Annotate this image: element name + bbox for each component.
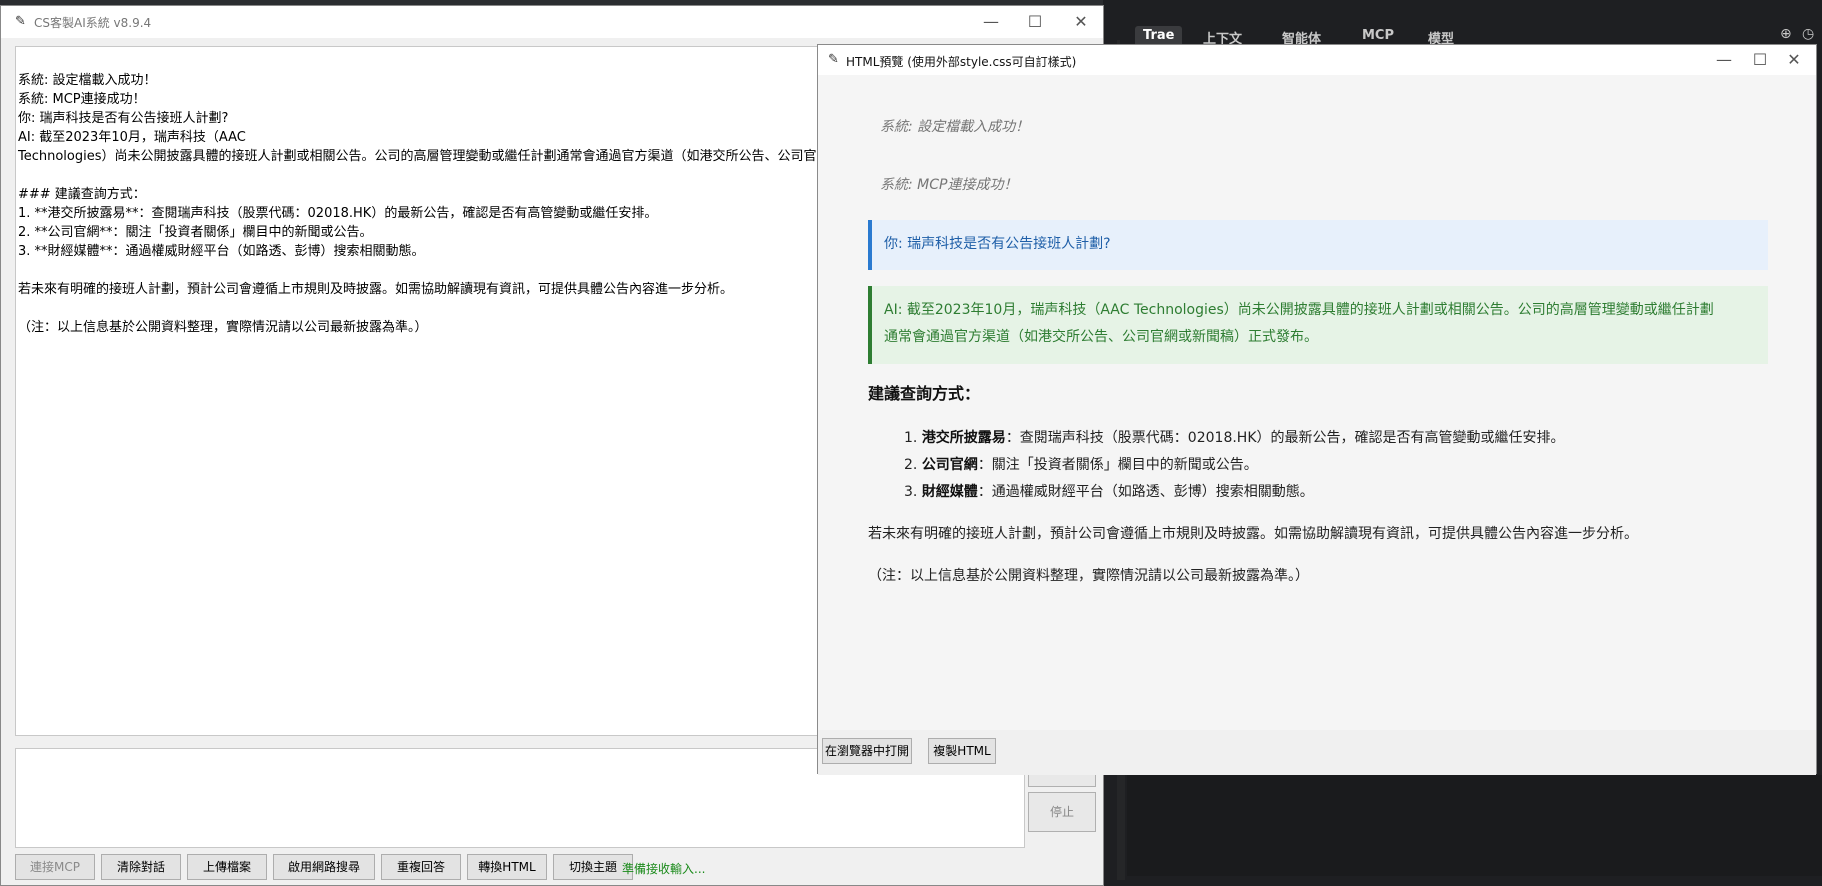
list-number: 3. <box>904 484 918 500</box>
copy-html-button[interactable]: 複製HTML <box>928 738 996 764</box>
bottom-toolbar: 連接MCP 清除對話 上傳檔案 啟用網路搜尋 重複回答 轉換HTML 切換主題 … <box>15 854 1015 882</box>
list-bold: 財經媒體 <box>921 484 978 500</box>
ide-bottom-panel <box>1127 775 1822 876</box>
switch-theme-button[interactable]: 切換主題 <box>553 854 633 880</box>
list-text: ：關注「投資者關係」欄目中的新聞或公告。 <box>977 457 1258 473</box>
preview-list-item: 3. 財經媒體：通過權威財經平台（如路透、彭博）搜索相關動態。 <box>904 480 1314 504</box>
clear-chat-button[interactable]: 清除對話 <box>101 854 181 880</box>
close-icon[interactable]: ✕ <box>1774 47 1814 73</box>
preview-content: 系統: 設定檔載入成功！ 系統: MCP連接成功！ 你: 瑞声科技是否有公告接班… <box>818 75 1816 730</box>
list-number: 2. <box>904 457 918 473</box>
new-chat-icon[interactable]: ⊕ <box>1780 26 1796 42</box>
list-bold: 公司官網 <box>921 457 978 473</box>
preview-window-title: HTML預覽 (使用外部style.css可自訂樣式) <box>846 55 1077 69</box>
connect-mcp-button[interactable]: 連接MCP <box>15 854 95 880</box>
minimize-icon[interactable]: — <box>971 9 1011 35</box>
preview-list-item: 2. 公司官網：關注「投資者關係」欄目中的新聞或公告。 <box>904 453 1258 477</box>
status-text: 準備接收輸入... <box>622 862 706 876</box>
maximize-icon[interactable]: ☐ <box>1015 9 1055 35</box>
user-message-text: 你: 瑞声科技是否有公告接班人計劃? <box>884 236 1111 252</box>
convert-html-button[interactable]: 轉換HTML <box>467 854 547 880</box>
list-text: ：通過權威財經平台（如路透、彭博）搜索相關動態。 <box>977 484 1314 500</box>
ai-message-line: AI: 截至2023年10月，瑞声科技（AAC Technologies）尚未公… <box>884 302 1714 318</box>
feather-icon: ✎ <box>828 52 839 67</box>
list-text: ：查閱瑞声科技（股票代碼：02018.HK）的最新公告，確認是否有高管變動或繼任… <box>1005 430 1565 446</box>
preview-system-message: 系統: 設定檔載入成功！ <box>880 119 1030 135</box>
preview-heading: 建議查詢方式： <box>868 384 981 403</box>
stop-button[interactable]: 停止 <box>1028 792 1096 832</box>
preview-titlebar: ✎ HTML預覽 (使用外部style.css可自訂樣式) — ☐ ✕ <box>818 45 1816 75</box>
history-icon[interactable]: ◷ <box>1802 26 1818 42</box>
minimize-icon[interactable]: — <box>1704 47 1744 73</box>
preview-list-item: 1. 港交所披露易：查閱瑞声科技（股票代碼：02018.HK）的最新公告，確認是… <box>904 426 1565 450</box>
open-in-browser-button[interactable]: 在瀏覽器中打開 <box>822 738 912 764</box>
preview-footer: 在瀏覽器中打開 複製HTML <box>818 730 1816 775</box>
list-number: 1. <box>904 430 918 446</box>
main-titlebar: ✎ CS客製AI系統 v8.9.4 — ☐ ✕ <box>1 6 1103 38</box>
preview-ai-message: AI: 截至2023年10月，瑞声科技（AAC Technologies）尚未公… <box>868 286 1768 364</box>
web-search-button[interactable]: 啟用網路搜尋 <box>273 854 375 880</box>
regenerate-button[interactable]: 重複回答 <box>381 854 461 880</box>
feather-icon: ✎ <box>15 14 26 29</box>
preview-user-message: 你: 瑞声科技是否有公告接班人計劃? <box>868 220 1768 270</box>
upload-file-button[interactable]: 上傳檔案 <box>187 854 267 880</box>
list-bold: 港交所披露易 <box>921 430 1006 446</box>
preview-system-message: 系統: MCP連接成功！ <box>880 177 1018 193</box>
close-icon[interactable]: ✕ <box>1061 9 1101 35</box>
preview-paragraph: 若未來有明確的接班人計劃，預計公司會遵循上市規則及時披露。如需協助解讀現有資訊，… <box>868 526 1638 542</box>
main-window-title: CS客製AI系統 v8.9.4 <box>34 16 152 30</box>
preview-note: （注：以上信息基於公開資料整理，實際情況請以公司最新披露為準。） <box>868 568 1309 584</box>
ai-message-line: 通常會通過官方渠道（如港交所公告、公司官網或新聞稿）正式發布。 <box>884 329 1318 345</box>
html-preview-window: ✎ HTML預覽 (使用外部style.css可自訂樣式) — ☐ ✕ 系統: … <box>817 44 1817 775</box>
